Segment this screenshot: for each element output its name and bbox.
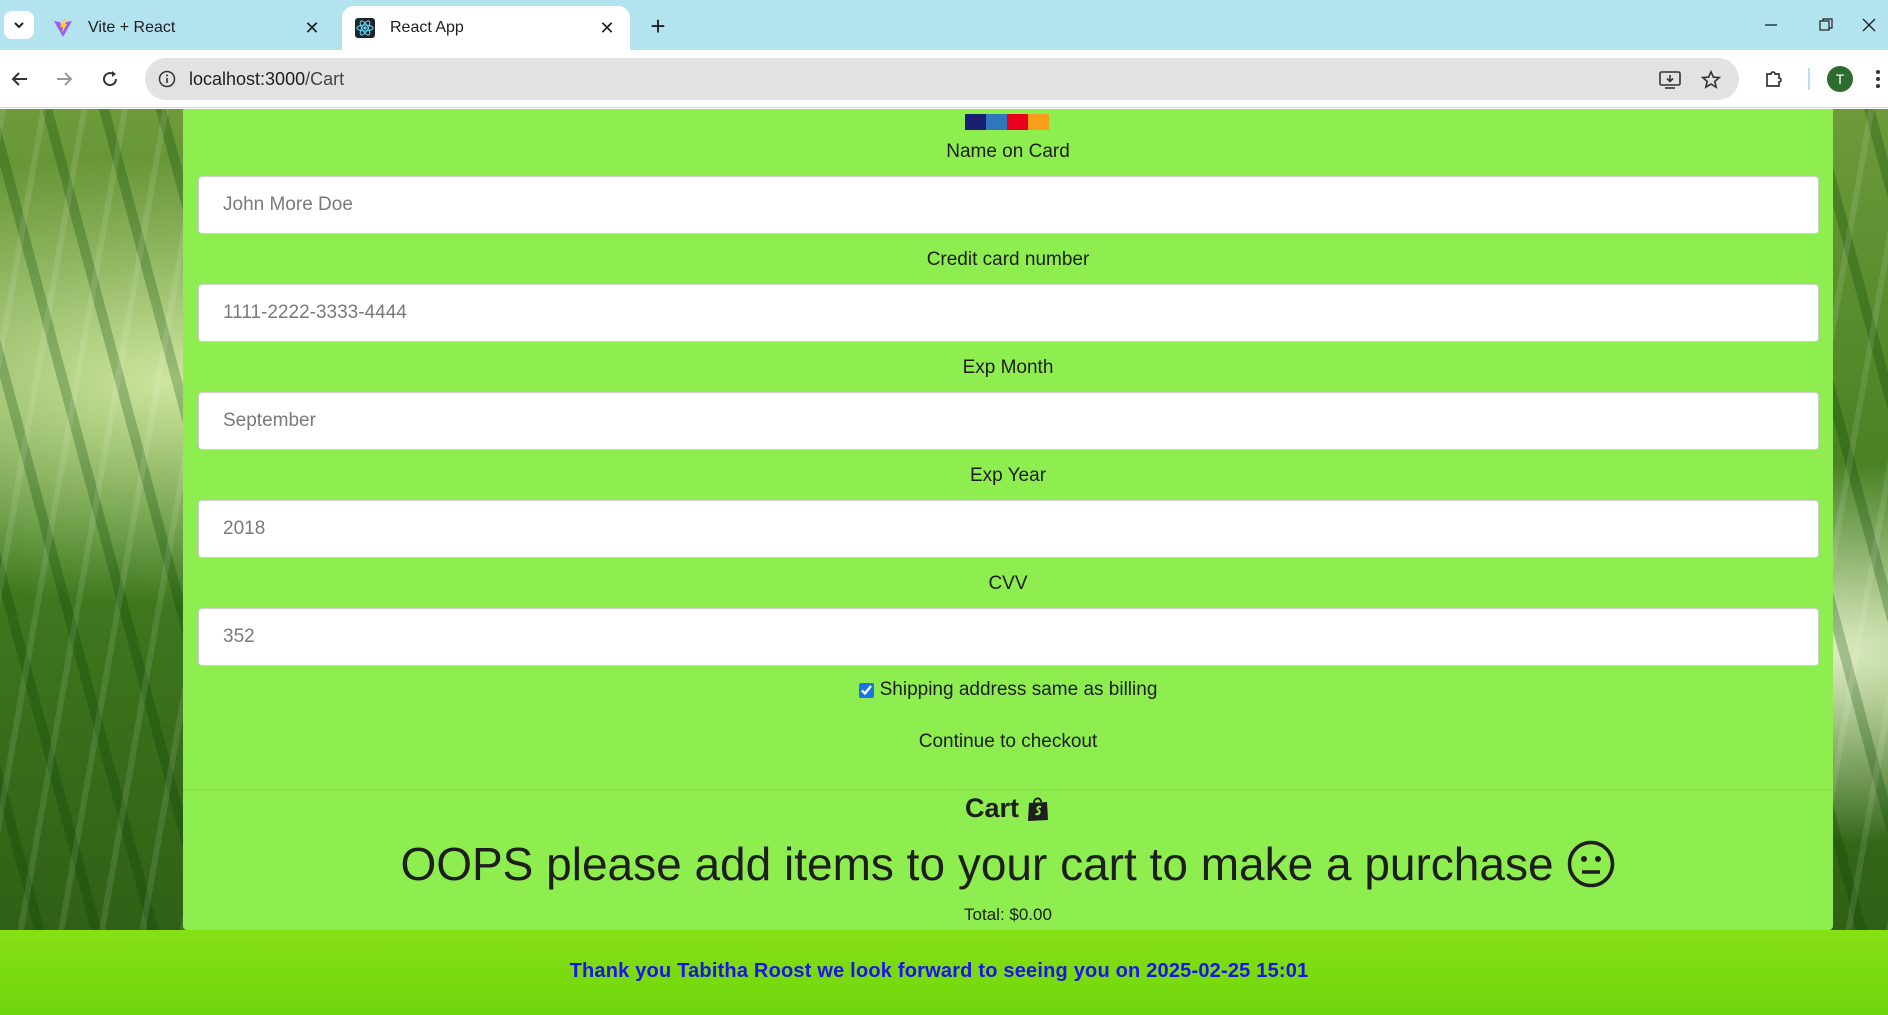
install-icon[interactable] (1657, 67, 1683, 93)
cart-heading: Cart (183, 793, 1833, 824)
neutral-face-icon (1566, 839, 1616, 889)
exp-month-input[interactable] (198, 392, 1819, 450)
empty-cart-message: OOPS please add items to your cart to ma… (183, 837, 1833, 891)
continue-to-checkout-button[interactable]: Continue to checkout (883, 726, 1133, 758)
tab-title: Vite + React (88, 19, 176, 36)
url-path: /Cart (305, 69, 345, 89)
tab-title: React App (390, 19, 464, 36)
shipping-same-checkbox[interactable] (858, 682, 874, 698)
cvv-input[interactable] (198, 608, 1819, 666)
vite-icon (52, 17, 74, 39)
tab-react-app[interactable]: React App ✕ (342, 6, 630, 50)
tab-list-button[interactable] (4, 11, 34, 39)
checkout-card: Name on Card Credit card number Exp Mont… (183, 109, 1833, 930)
name-on-card-input[interactable] (198, 176, 1819, 234)
exp-year-label: Exp Year (969, 465, 1047, 486)
exp-year-input[interactable] (198, 500, 1819, 558)
menu-icon[interactable] (1868, 63, 1888, 95)
back-icon[interactable] (4, 63, 36, 95)
tab-strip: Vite + React ✕ React App ✕ + (0, 0, 1888, 50)
react-icon (354, 17, 376, 39)
cart-total: Total: $0.00 (964, 905, 1052, 924)
footer: Thank you Tabitha Roost we look forward … (0, 930, 1888, 1015)
card-number-label: Credit card number (926, 249, 1090, 270)
page-viewport: Name on Card Credit card number Exp Mont… (0, 109, 1888, 1015)
shopify-bag-icon (1025, 794, 1051, 824)
empty-cart-text: OOPS please add items to your cart to ma… (400, 838, 1554, 890)
extensions-icon[interactable] (1758, 63, 1790, 95)
restore-icon[interactable] (1806, 10, 1846, 40)
star-icon[interactable] (1698, 67, 1724, 93)
plus-icon[interactable]: + (644, 11, 672, 41)
address-bar[interactable]: localhost:3000/Cart (145, 58, 1739, 100)
card-number-input[interactable] (198, 284, 1819, 342)
reload-icon[interactable] (94, 63, 126, 95)
window-close-icon[interactable] (1862, 10, 1888, 40)
name-on-card-label: Name on Card (946, 141, 1070, 162)
forward-icon[interactable] (48, 63, 80, 95)
toolbar-separator (1808, 68, 1810, 90)
shipping-same-row[interactable]: Shipping address same as billing (183, 679, 1833, 701)
shipping-same-label: Shipping address same as billing (879, 679, 1158, 700)
exp-month-label: Exp Month (962, 357, 1054, 378)
profile-avatar[interactable]: T (1827, 66, 1853, 92)
tab-list-icon (14, 22, 24, 29)
cart-title: Cart (964, 793, 1019, 823)
cvv-label: CVV (988, 573, 1028, 594)
url-text: localhost:3000/Cart (189, 69, 344, 90)
close-icon[interactable]: ✕ (301, 17, 323, 39)
section-divider (183, 789, 1833, 791)
browser-toolbar: localhost:3000/Cart T (0, 50, 1888, 108)
tab-vite-react[interactable]: Vite + React ✕ (40, 6, 335, 50)
close-icon[interactable]: ✕ (596, 17, 618, 39)
minimize-icon[interactable] (1751, 10, 1791, 40)
credit-cards-icon (965, 114, 1049, 130)
footer-message: Thank you Tabitha Roost we look forward … (569, 960, 1309, 982)
info-icon[interactable] (155, 67, 179, 91)
url-host: localhost:3000 (189, 69, 306, 89)
